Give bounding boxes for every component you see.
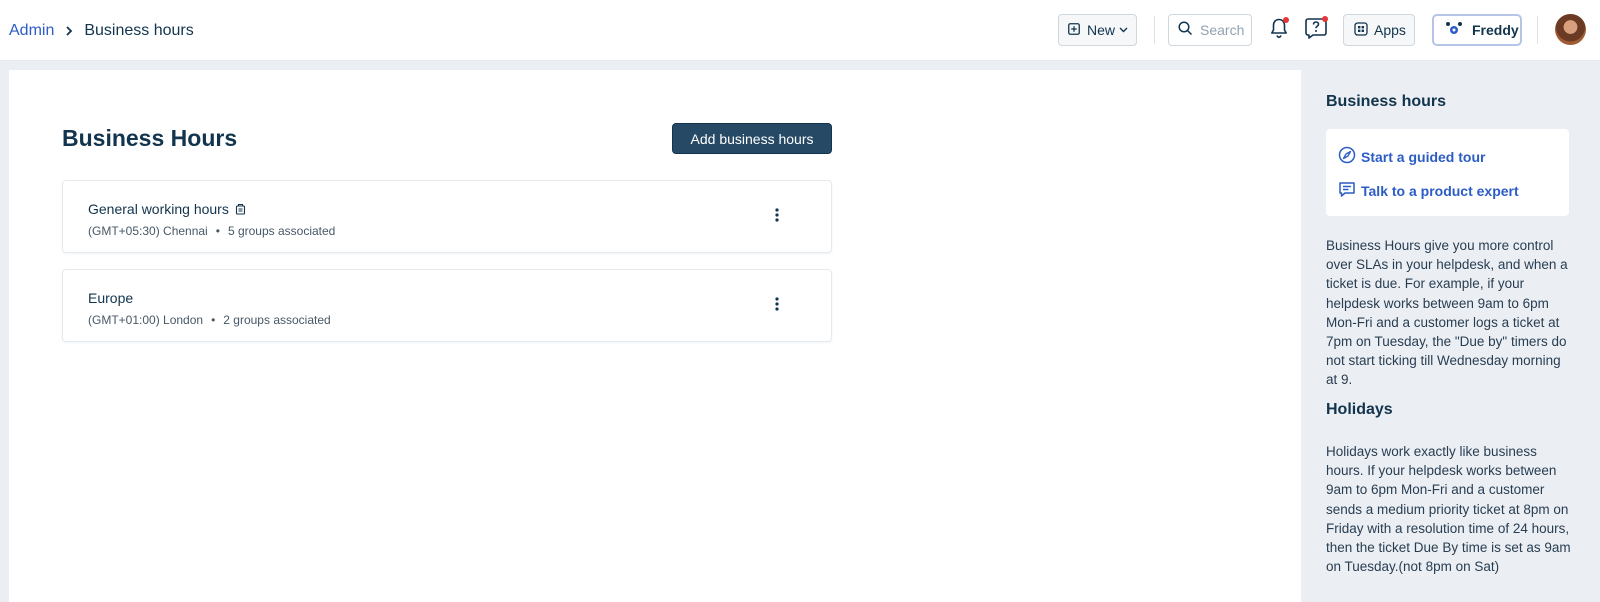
card-groups: 2 groups associated	[223, 313, 331, 327]
compass-icon	[1338, 146, 1356, 167]
top-bar: Admin Business hours New Search Apps Fre…	[0, 0, 1600, 61]
help-sidebar: Business hours Start a guided tour Talk …	[1301, 70, 1600, 602]
sidebar-title: Business hours	[1326, 93, 1447, 110]
add-business-hours-button[interactable]: Add business hours	[672, 123, 832, 154]
holidays-title: Holidays	[1326, 401, 1393, 418]
business-hours-description: Business Hours give you more control ove…	[1326, 238, 1568, 388]
card-name-row: Europe	[88, 290, 133, 306]
header-divider	[1537, 16, 1538, 44]
chevron-right-icon	[64, 25, 74, 37]
default-badge-icon	[235, 203, 246, 215]
holidays-description: Holidays work exactly like business hour…	[1326, 444, 1571, 575]
more-options-button[interactable]	[768, 207, 786, 227]
new-button[interactable]: New	[1058, 14, 1137, 46]
product-expert-label: Talk to a product expert	[1361, 183, 1519, 199]
avatar[interactable]	[1555, 14, 1586, 45]
guided-tour-label: Start a guided tour	[1361, 148, 1486, 165]
meta-separator: •	[211, 313, 216, 327]
card-name: Europe	[88, 290, 134, 306]
plus-square-icon	[1068, 22, 1080, 38]
kebab-icon	[775, 207, 779, 227]
freddy-icon	[1445, 21, 1463, 40]
freddy-button-label: Freddy	[1472, 22, 1519, 38]
business-hours-card[interactable]: Europe (GMT+01:00) London • 2 groups ass…	[62, 269, 832, 342]
help-button[interactable]	[1303, 16, 1329, 44]
chevron-down-icon	[1119, 27, 1128, 33]
search-input[interactable]: Search	[1168, 14, 1252, 46]
card-timezone: (GMT+05:30) Chennai	[88, 224, 208, 238]
breadcrumb-admin-link[interactable]: Admin	[9, 22, 54, 40]
chat-icon	[1338, 181, 1356, 201]
header-divider	[1154, 16, 1155, 44]
card-name-row: General working hours	[88, 201, 246, 217]
help-dot	[1322, 16, 1328, 22]
apps-icon	[1354, 21, 1368, 39]
notification-dot	[1283, 17, 1289, 23]
search-icon	[1178, 21, 1193, 39]
business-hours-card[interactable]: General working hours (GMT+05:30) Chenna…	[62, 180, 832, 253]
notifications-button[interactable]	[1266, 16, 1292, 44]
card-meta: (GMT+05:30) Chennai • 5 groups associate…	[88, 224, 335, 238]
card-meta: (GMT+01:00) London • 2 groups associated	[88, 313, 331, 327]
freddy-button[interactable]: Freddy	[1432, 14, 1522, 46]
help-links-box: Start a guided tour Talk to a product ex…	[1326, 129, 1569, 216]
card-name: General working hours	[88, 201, 229, 217]
meta-separator: •	[215, 224, 220, 238]
card-groups: 5 groups associated	[227, 224, 336, 238]
product-expert-link[interactable]: Talk to a product expert	[1338, 181, 1519, 201]
new-button-label: New	[1087, 22, 1116, 38]
search-placeholder: Search	[1200, 22, 1245, 38]
page-title: Business Hours	[62, 125, 238, 151]
apps-button-label: Apps	[1374, 22, 1406, 38]
card-timezone: (GMT+01:00) London	[88, 313, 204, 327]
more-options-button[interactable]	[768, 296, 786, 316]
breadcrumb: Admin Business hours	[9, 20, 194, 42]
kebab-icon	[775, 296, 779, 316]
breadcrumb-current: Business hours	[84, 22, 194, 39]
apps-button[interactable]: Apps	[1343, 14, 1415, 46]
guided-tour-link[interactable]: Start a guided tour	[1338, 146, 1485, 167]
main-content: Business Hours Add business hours Genera…	[9, 70, 1301, 602]
